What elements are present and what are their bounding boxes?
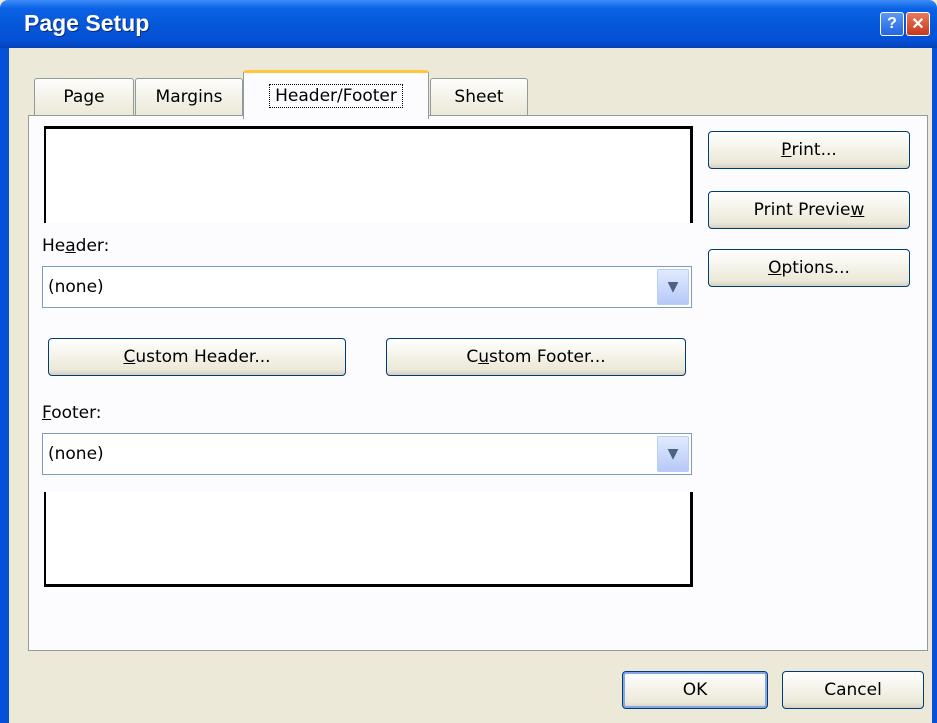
cancel-button[interactable]: Cancel <box>782 671 924 709</box>
footer-select-value: (none) <box>48 444 104 464</box>
help-icon[interactable]: ? <box>880 12 904 36</box>
header-label: Header: <box>42 236 110 256</box>
tab-sheet[interactable]: Sheet <box>430 78 528 115</box>
page-setup-dialog: Page Setup ? ✕ Page Margins Header/Foote… <box>0 0 937 723</box>
tab-header-footer-label: Header/Footer <box>269 84 403 108</box>
print-button[interactable]: Print... <box>708 131 910 169</box>
footer-select[interactable]: (none) ▼ <box>42 433 692 475</box>
dialog-title: Page Setup <box>24 10 150 36</box>
header-select[interactable]: (none) ▼ <box>42 266 692 308</box>
custom-header-button[interactable]: Custom Header... <box>48 338 346 376</box>
window-border-left <box>0 48 9 723</box>
header-preview <box>44 126 693 223</box>
tab-page[interactable]: Page <box>34 78 134 115</box>
header-select-value: (none) <box>48 277 104 297</box>
custom-footer-button[interactable]: Cu stom Footer... <box>386 338 686 376</box>
tab-margins[interactable]: Margins <box>135 78 243 115</box>
tab-sheet-label: Sheet <box>454 87 504 107</box>
options-button[interactable]: Options... <box>708 249 910 287</box>
tab-margins-label: Margins <box>155 87 223 107</box>
window-border-right <box>932 48 937 723</box>
title-bar[interactable]: Page Setup ? ✕ <box>0 0 937 48</box>
footer-label: Footer: <box>42 403 102 423</box>
ok-button[interactable]: OK <box>622 671 768 709</box>
tab-page-label: Page <box>63 87 105 107</box>
chevron-down-icon[interactable]: ▼ <box>657 269 689 305</box>
footer-preview <box>44 492 693 587</box>
print-preview-button[interactable]: Print Previe w <box>708 191 910 229</box>
chevron-down-icon[interactable]: ▼ <box>657 436 689 472</box>
tab-header-footer[interactable]: Header/Footer <box>243 70 429 119</box>
close-icon[interactable]: ✕ <box>906 12 930 36</box>
